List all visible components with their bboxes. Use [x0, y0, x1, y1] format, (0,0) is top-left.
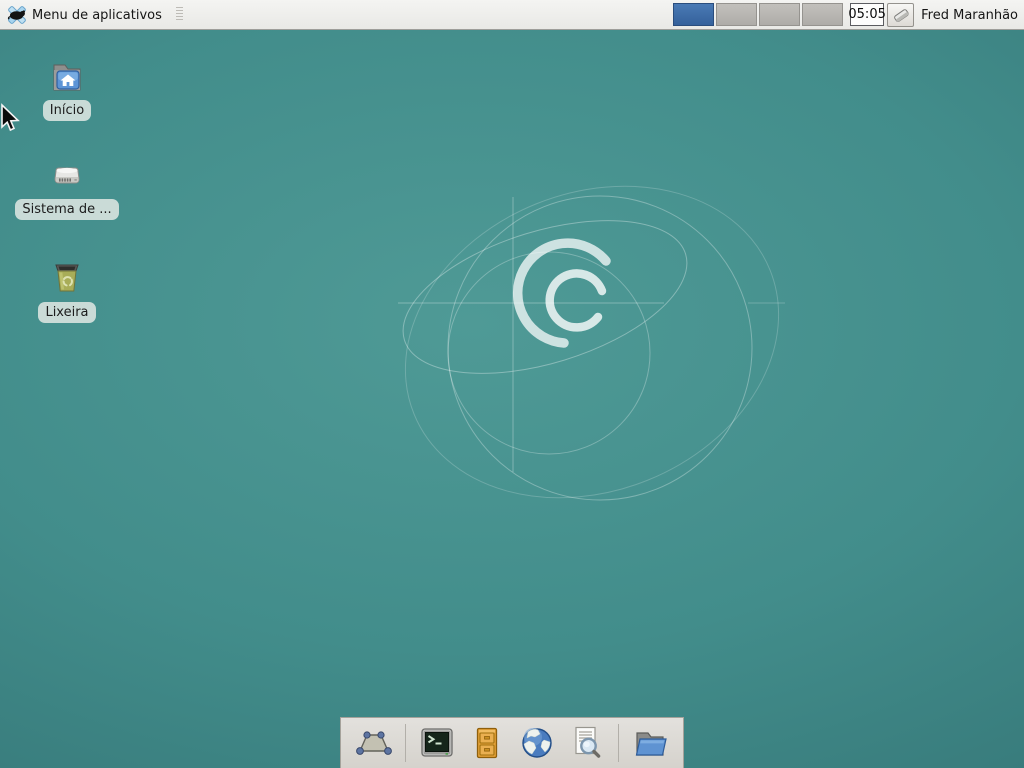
desktop-icon-label: Sistema de ... — [15, 199, 118, 220]
workspace-button-4[interactable] — [802, 3, 843, 26]
top-panel: Menu de aplicativos 05:05 Fred Maranhão — [0, 0, 1024, 30]
applications-menu-label: Menu de aplicativos — [32, 7, 162, 23]
file-manager-folder-icon — [631, 724, 669, 762]
trash-icon — [47, 258, 87, 298]
user-actions-area[interactable]: Fred Maranhão — [887, 3, 1018, 27]
desktop-icon-filesystem[interactable]: Sistema de ... — [7, 155, 127, 220]
desktop-icon-home[interactable]: Início — [7, 56, 127, 121]
home-folder-icon — [47, 56, 87, 96]
eraser-icon — [891, 6, 911, 24]
xfce-logo-icon — [6, 4, 28, 26]
workspace-button-1[interactable] — [673, 3, 714, 26]
debian-swirl-artwork — [0, 0, 1024, 768]
application-finder-launcher[interactable] — [566, 722, 608, 764]
show-desktop-button[interactable] — [353, 722, 395, 764]
file-manager-launcher[interactable] — [629, 722, 671, 764]
dock-separator — [405, 724, 406, 762]
desktop-icon-label: Lixeira — [38, 302, 95, 323]
bottom-dock-panel — [340, 717, 684, 768]
application-finder-icon — [568, 724, 606, 762]
user-name-label[interactable]: Fred Maranhão — [921, 7, 1018, 23]
applications-menu-button[interactable]: Menu de aplicativos — [0, 0, 168, 29]
terminal-icon — [418, 724, 456, 762]
file-cabinet-icon — [468, 724, 506, 762]
terminal-launcher[interactable] — [416, 722, 458, 764]
dock-separator — [618, 724, 619, 762]
workspace-button-2[interactable] — [716, 3, 757, 26]
web-browser-globe-icon — [518, 724, 556, 762]
desktop-icon-trash[interactable]: Lixeira — [7, 258, 127, 323]
show-desktop-icon — [355, 724, 393, 762]
web-browser-launcher[interactable] — [516, 722, 558, 764]
file-cabinet-launcher[interactable] — [466, 722, 508, 764]
panel-grip-handle[interactable] — [176, 7, 183, 22]
desktop-wallpaper — [0, 0, 1024, 768]
workspace-button-3[interactable] — [759, 3, 800, 26]
filesystem-drive-icon — [47, 155, 87, 195]
panel-clock: 05:05 — [850, 3, 884, 26]
workspace-switcher — [673, 3, 843, 26]
desktop-icon-label: Início — [43, 100, 91, 121]
user-actions-button[interactable] — [887, 3, 914, 27]
